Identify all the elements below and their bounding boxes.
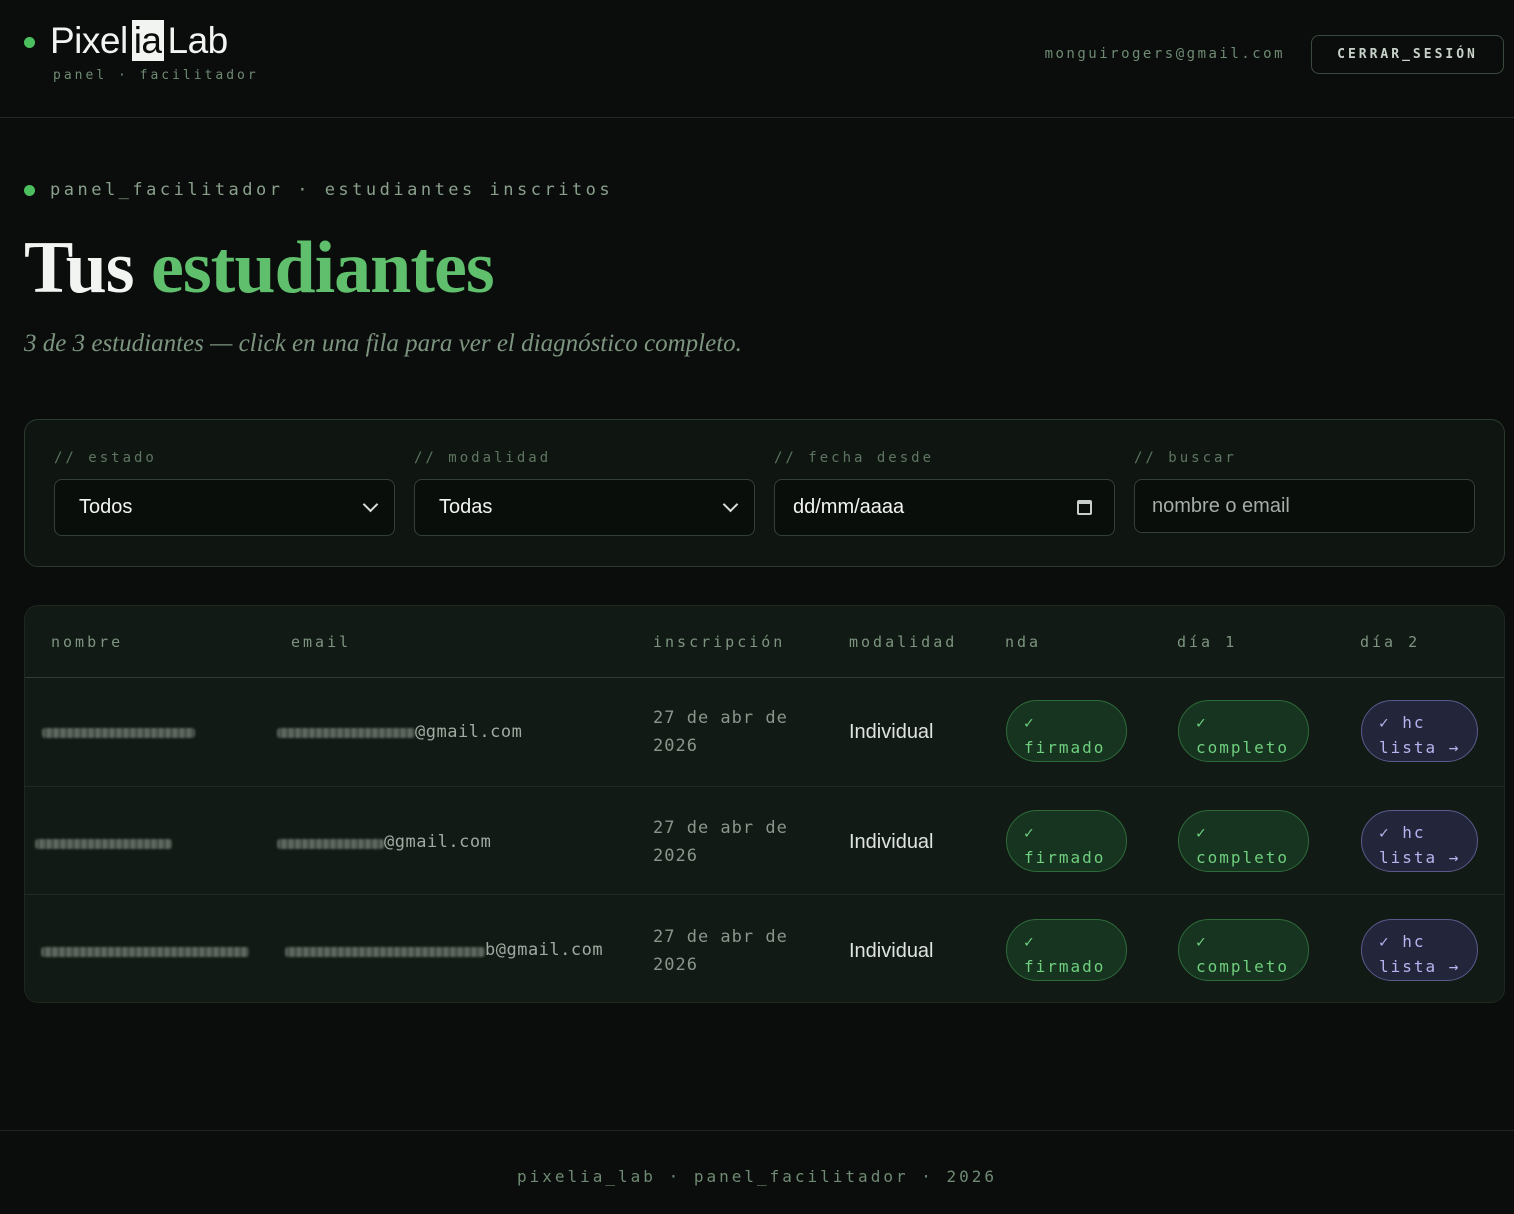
col-dia2[interactable]: día 2 [1360, 633, 1420, 651]
table-header: nombre email inscripción modalidad nda d… [25, 606, 1504, 678]
date-cell: 27 de abr de 2026 [653, 927, 788, 975]
date-from-input[interactable]: dd/mm/aaaa [774, 479, 1115, 536]
top-header: Pixel ia Lab panel · facilitador monguirog… [0, 0, 1514, 118]
estado-select[interactable]: Todos [54, 479, 395, 536]
modalidad-cell: Individual [849, 831, 934, 853]
col-nda[interactable]: nda [1005, 633, 1041, 651]
search-input[interactable]: nombre o email [1134, 479, 1475, 533]
dia2-hc-link[interactable]: ✓ hc lista → [1361, 810, 1478, 872]
badge-text: completo [1196, 738, 1290, 757]
page-title: Tus estudiantes [24, 226, 495, 311]
dia2-hc-link[interactable]: ✓ hc lista → [1361, 919, 1478, 981]
date-placeholder: dd/mm/aaaa [793, 496, 905, 518]
col-dia1[interactable]: día 1 [1177, 633, 1237, 651]
table-row[interactable]: b@gmail.com 27 de abr de 2026 Individual… [25, 894, 1504, 1002]
badge-check: ✓ [1024, 713, 1036, 732]
logout-button[interactable]: CERRAR_SESIÓN [1311, 35, 1504, 74]
modalidad-select[interactable]: Todas [414, 479, 755, 536]
chevron-down-icon [722, 496, 739, 513]
nda-badge: ✓ firmado [1006, 919, 1127, 981]
badge-check: ✓ [1196, 823, 1208, 842]
dia1-badge: ✓ completo [1178, 700, 1309, 762]
date-cell: 27 de abr de 2026 [653, 818, 788, 866]
filter-label: // fecha desde [774, 450, 935, 466]
calendar-icon[interactable] [1077, 500, 1092, 515]
title-accent: estudiantes [151, 227, 495, 309]
badge-text: completo [1196, 848, 1290, 867]
badge-text: completo [1196, 957, 1290, 976]
col-nombre[interactable]: nombre [51, 633, 123, 651]
filter-label: // modalidad [414, 450, 552, 466]
dia1-badge: ✓ completo [1178, 810, 1309, 872]
badge-text: firmado [1024, 848, 1106, 867]
badge-text: lista → [1379, 957, 1461, 976]
col-email[interactable]: email [291, 633, 351, 651]
redacted-name [42, 728, 195, 738]
brand-logo[interactable]: Pixel ia Lab [50, 20, 228, 62]
filter-buscar: // buscar nombre o email [1134, 450, 1475, 533]
footer-text: pixelia_lab · panel_facilitador · 2026 [516, 1167, 998, 1186]
select-value: Todas [439, 496, 493, 518]
filter-estado: // estado Todos [54, 450, 395, 536]
breadcrumb-dot-icon [24, 185, 35, 196]
filter-fecha: // fecha desde dd/mm/aaaa [774, 450, 1115, 536]
chevron-down-icon [362, 496, 379, 513]
redacted-email [277, 728, 415, 738]
badge-check: ✓ [1024, 823, 1036, 842]
filter-label: // buscar [1134, 450, 1237, 466]
dia1-badge: ✓ completo [1178, 919, 1309, 981]
filters-panel: // estado Todos // modalidad Todas // fe… [24, 419, 1505, 567]
col-inscripcion[interactable]: inscripción [653, 633, 785, 651]
badge-check: ✓ hc [1379, 713, 1426, 732]
badge-text: lista → [1379, 738, 1461, 757]
brand-ia: ia [131, 20, 164, 61]
brand-subtitle: panel · facilitador [53, 68, 259, 83]
filter-modalidad: // modalidad Todas [414, 450, 755, 536]
dia2-hc-link[interactable]: ✓ hc lista → [1361, 700, 1478, 762]
redacted-name [35, 839, 172, 849]
nda-badge: ✓ firmado [1006, 700, 1127, 762]
badge-check: ✓ [1024, 932, 1036, 951]
badge-check: ✓ [1196, 713, 1208, 732]
status-dot-icon [24, 37, 35, 48]
page-subtitle: 3 de 3 estudiantes — click en una fila p… [24, 330, 742, 357]
redacted-email [285, 947, 485, 957]
redacted-name [41, 947, 249, 957]
students-table: nombre email inscripción modalidad nda d… [24, 605, 1505, 1003]
brand-right: Lab [167, 20, 229, 61]
email-cell: @gmail.com [384, 832, 492, 852]
breadcrumb: panel_facilitador · estudiantes inscrito… [50, 180, 614, 200]
badge-text: lista → [1379, 848, 1461, 867]
badge-text: firmado [1024, 738, 1106, 757]
user-email: monguirogers@gmail.com [1044, 46, 1285, 62]
col-modalidad[interactable]: modalidad [849, 633, 957, 651]
redacted-email [277, 839, 384, 849]
table-row[interactable]: @gmail.com 27 de abr de 2026 Individual … [25, 786, 1504, 894]
title-plain: Tus [24, 227, 135, 309]
select-value: Todos [79, 496, 133, 518]
table-row[interactable]: @gmail.com 27 de abr de 2026 Individual … [25, 678, 1504, 786]
email-cell: @gmail.com [415, 722, 523, 742]
date-cell: 27 de abr de 2026 [653, 708, 788, 756]
badge-check: ✓ hc [1379, 823, 1426, 842]
modalidad-cell: Individual [849, 940, 934, 962]
badge-text: firmado [1024, 957, 1106, 976]
modalidad-cell: Individual [849, 721, 934, 743]
badge-check: ✓ [1196, 932, 1208, 951]
page-footer: pixelia_lab · panel_facilitador · 2026 [0, 1130, 1514, 1214]
email-cell: b@gmail.com [485, 940, 604, 960]
nda-badge: ✓ firmado [1006, 810, 1127, 872]
search-placeholder: nombre o email [1152, 494, 1290, 517]
brand-left: Pixel [50, 20, 128, 61]
filter-label: // estado [54, 450, 157, 466]
badge-check: ✓ hc [1379, 932, 1426, 951]
